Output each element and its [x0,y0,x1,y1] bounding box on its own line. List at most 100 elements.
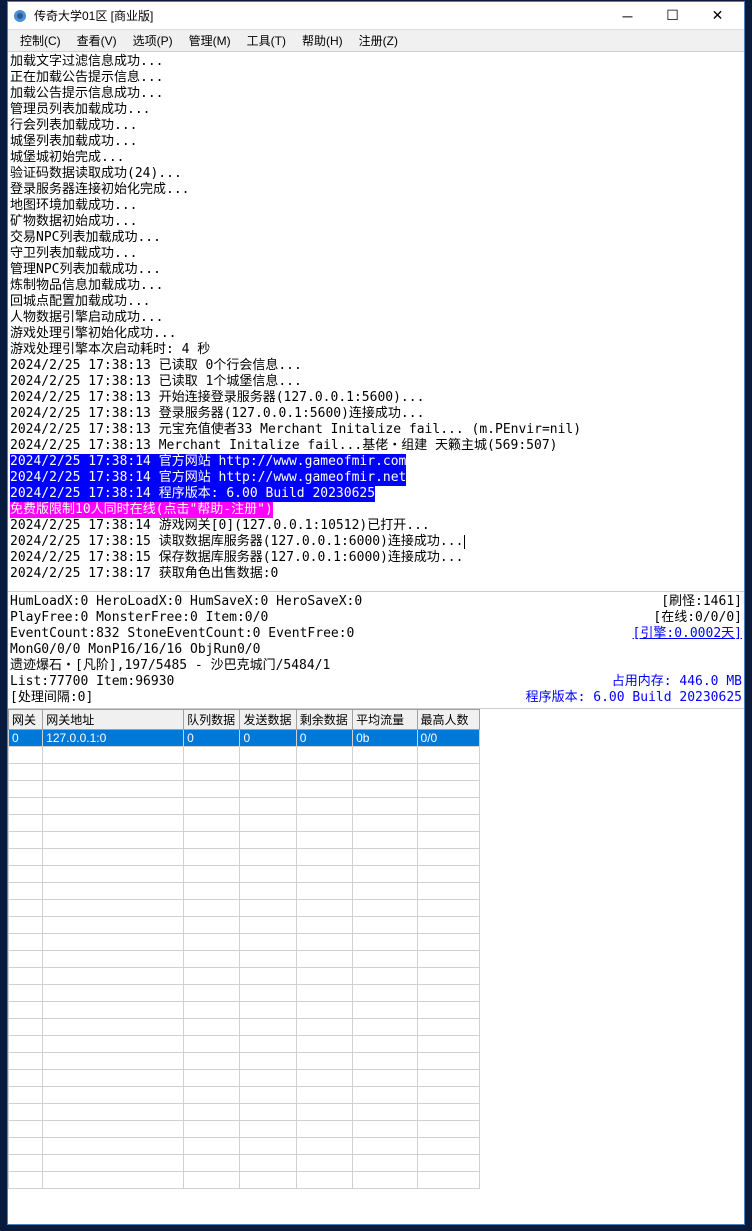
table-cell [240,781,296,798]
table-cell [417,764,479,781]
titlebar[interactable]: 传奇大学01区 [商业版] ─ ☐ ✕ [8,2,744,30]
table-row[interactable] [9,1104,480,1121]
table-cell [240,1138,296,1155]
table-header[interactable]: 网关 [9,710,43,730]
table-cell [43,815,184,832]
close-button[interactable]: ✕ [695,2,740,30]
table-row[interactable] [9,917,480,934]
menu-tools[interactable]: 工具(T) [239,30,294,51]
log-panel[interactable]: 加载文字过滤信息成功...正在加载公告提示信息...加载公告提示信息成功...管… [8,52,744,592]
table-cell [296,832,352,849]
table-cell [417,1138,479,1155]
table-cell [43,917,184,934]
window-controls: ─ ☐ ✕ [605,2,740,30]
table-row[interactable] [9,1138,480,1155]
table-cell [184,1087,240,1104]
menubar: 控制(C) 查看(V) 选项(P) 管理(M) 工具(T) 帮助(H) 注册(Z… [8,30,744,52]
log-line: 2024/2/25 17:38:13 已读取 0个行会信息... [10,358,302,373]
table-cell [296,1172,352,1189]
table-cell: 0 [296,730,352,747]
table-row[interactable] [9,1053,480,1070]
table-row[interactable] [9,934,480,951]
table-cell [353,798,417,815]
table-row[interactable] [9,1036,480,1053]
table-cell [417,900,479,917]
table-header[interactable]: 发送数据 [240,710,296,730]
status-playfree: PlayFree:0 MonsterFree:0 Item:0/0 [10,610,268,626]
menu-help[interactable]: 帮助(H) [294,30,351,51]
table-row[interactable]: 0127.0.0.1:00000b0/0 [9,730,480,747]
table-row[interactable] [9,1172,480,1189]
table-header[interactable]: 平均流量 [353,710,417,730]
table-cell [417,1070,479,1087]
table-cell [9,1002,43,1019]
table-header[interactable]: 队列数据 [184,710,240,730]
maximize-button[interactable]: ☐ [650,2,695,30]
table-cell [240,900,296,917]
table-row[interactable] [9,1019,480,1036]
menu-manage[interactable]: 管理(M) [181,30,239,51]
status-online: [在线:0/0/0] [653,610,742,626]
table-header[interactable]: 网关地址 [43,710,184,730]
table-cell [353,900,417,917]
table-cell [9,764,43,781]
table-cell [240,747,296,764]
table-header[interactable]: 最高人数 [417,710,479,730]
table-row[interactable] [9,747,480,764]
table-row[interactable] [9,832,480,849]
table-cell [184,1053,240,1070]
table-cell: 0 [9,730,43,747]
table-row[interactable] [9,951,480,968]
table-row[interactable] [9,900,480,917]
table-cell [43,832,184,849]
table-cell [43,1087,184,1104]
table-cell [184,1070,240,1087]
table-cell [296,1036,352,1053]
table-row[interactable] [9,985,480,1002]
menu-options[interactable]: 选项(P) [125,30,181,51]
table-row[interactable] [9,798,480,815]
minimize-button[interactable]: ─ [605,2,650,30]
menu-view[interactable]: 查看(V) [69,30,125,51]
table-row[interactable] [9,1087,480,1104]
table-cell [43,849,184,866]
table-row[interactable] [9,1070,480,1087]
table-row[interactable] [9,764,480,781]
table-row[interactable] [9,968,480,985]
table-row[interactable] [9,815,480,832]
table-row[interactable] [9,781,480,798]
table-row[interactable] [9,849,480,866]
status-panel: HumLoadX:0 HeroLoadX:0 HumSaveX:0 HeroSa… [8,592,744,709]
table-cell [296,1087,352,1104]
table-row[interactable] [9,1155,480,1172]
table-cell [9,951,43,968]
gateway-grid-panel[interactable]: 网关网关地址队列数据发送数据剩余数据平均流量最高人数 0127.0.0.1:00… [8,709,744,1224]
table-cell [417,917,479,934]
table-cell [9,900,43,917]
menu-control[interactable]: 控制(C) [12,30,69,51]
table-cell [184,917,240,934]
table-cell [184,968,240,985]
table-cell [43,1019,184,1036]
table-cell [417,968,479,985]
table-cell [240,934,296,951]
table-cell [296,1002,352,1019]
status-engine-link[interactable]: [引擎:0.0002天] [633,626,742,642]
table-header[interactable]: 剩余数据 [296,710,352,730]
table-cell [296,883,352,900]
menu-register[interactable]: 注册(Z) [351,30,406,51]
table-cell [240,1155,296,1172]
gateway-table: 网关网关地址队列数据发送数据剩余数据平均流量最高人数 0127.0.0.1:00… [8,709,480,1189]
table-row[interactable] [9,866,480,883]
table-cell [240,1172,296,1189]
table-cell [9,1070,43,1087]
table-cell [9,1019,43,1036]
table-row[interactable] [9,883,480,900]
text-cursor [464,535,465,549]
table-cell [184,747,240,764]
table-row[interactable] [9,1002,480,1019]
table-cell [417,1172,479,1189]
table-row[interactable] [9,1121,480,1138]
table-cell [417,1121,479,1138]
log-line: 2024/2/25 17:38:14 官方网站 http://www.gameo… [10,470,406,486]
